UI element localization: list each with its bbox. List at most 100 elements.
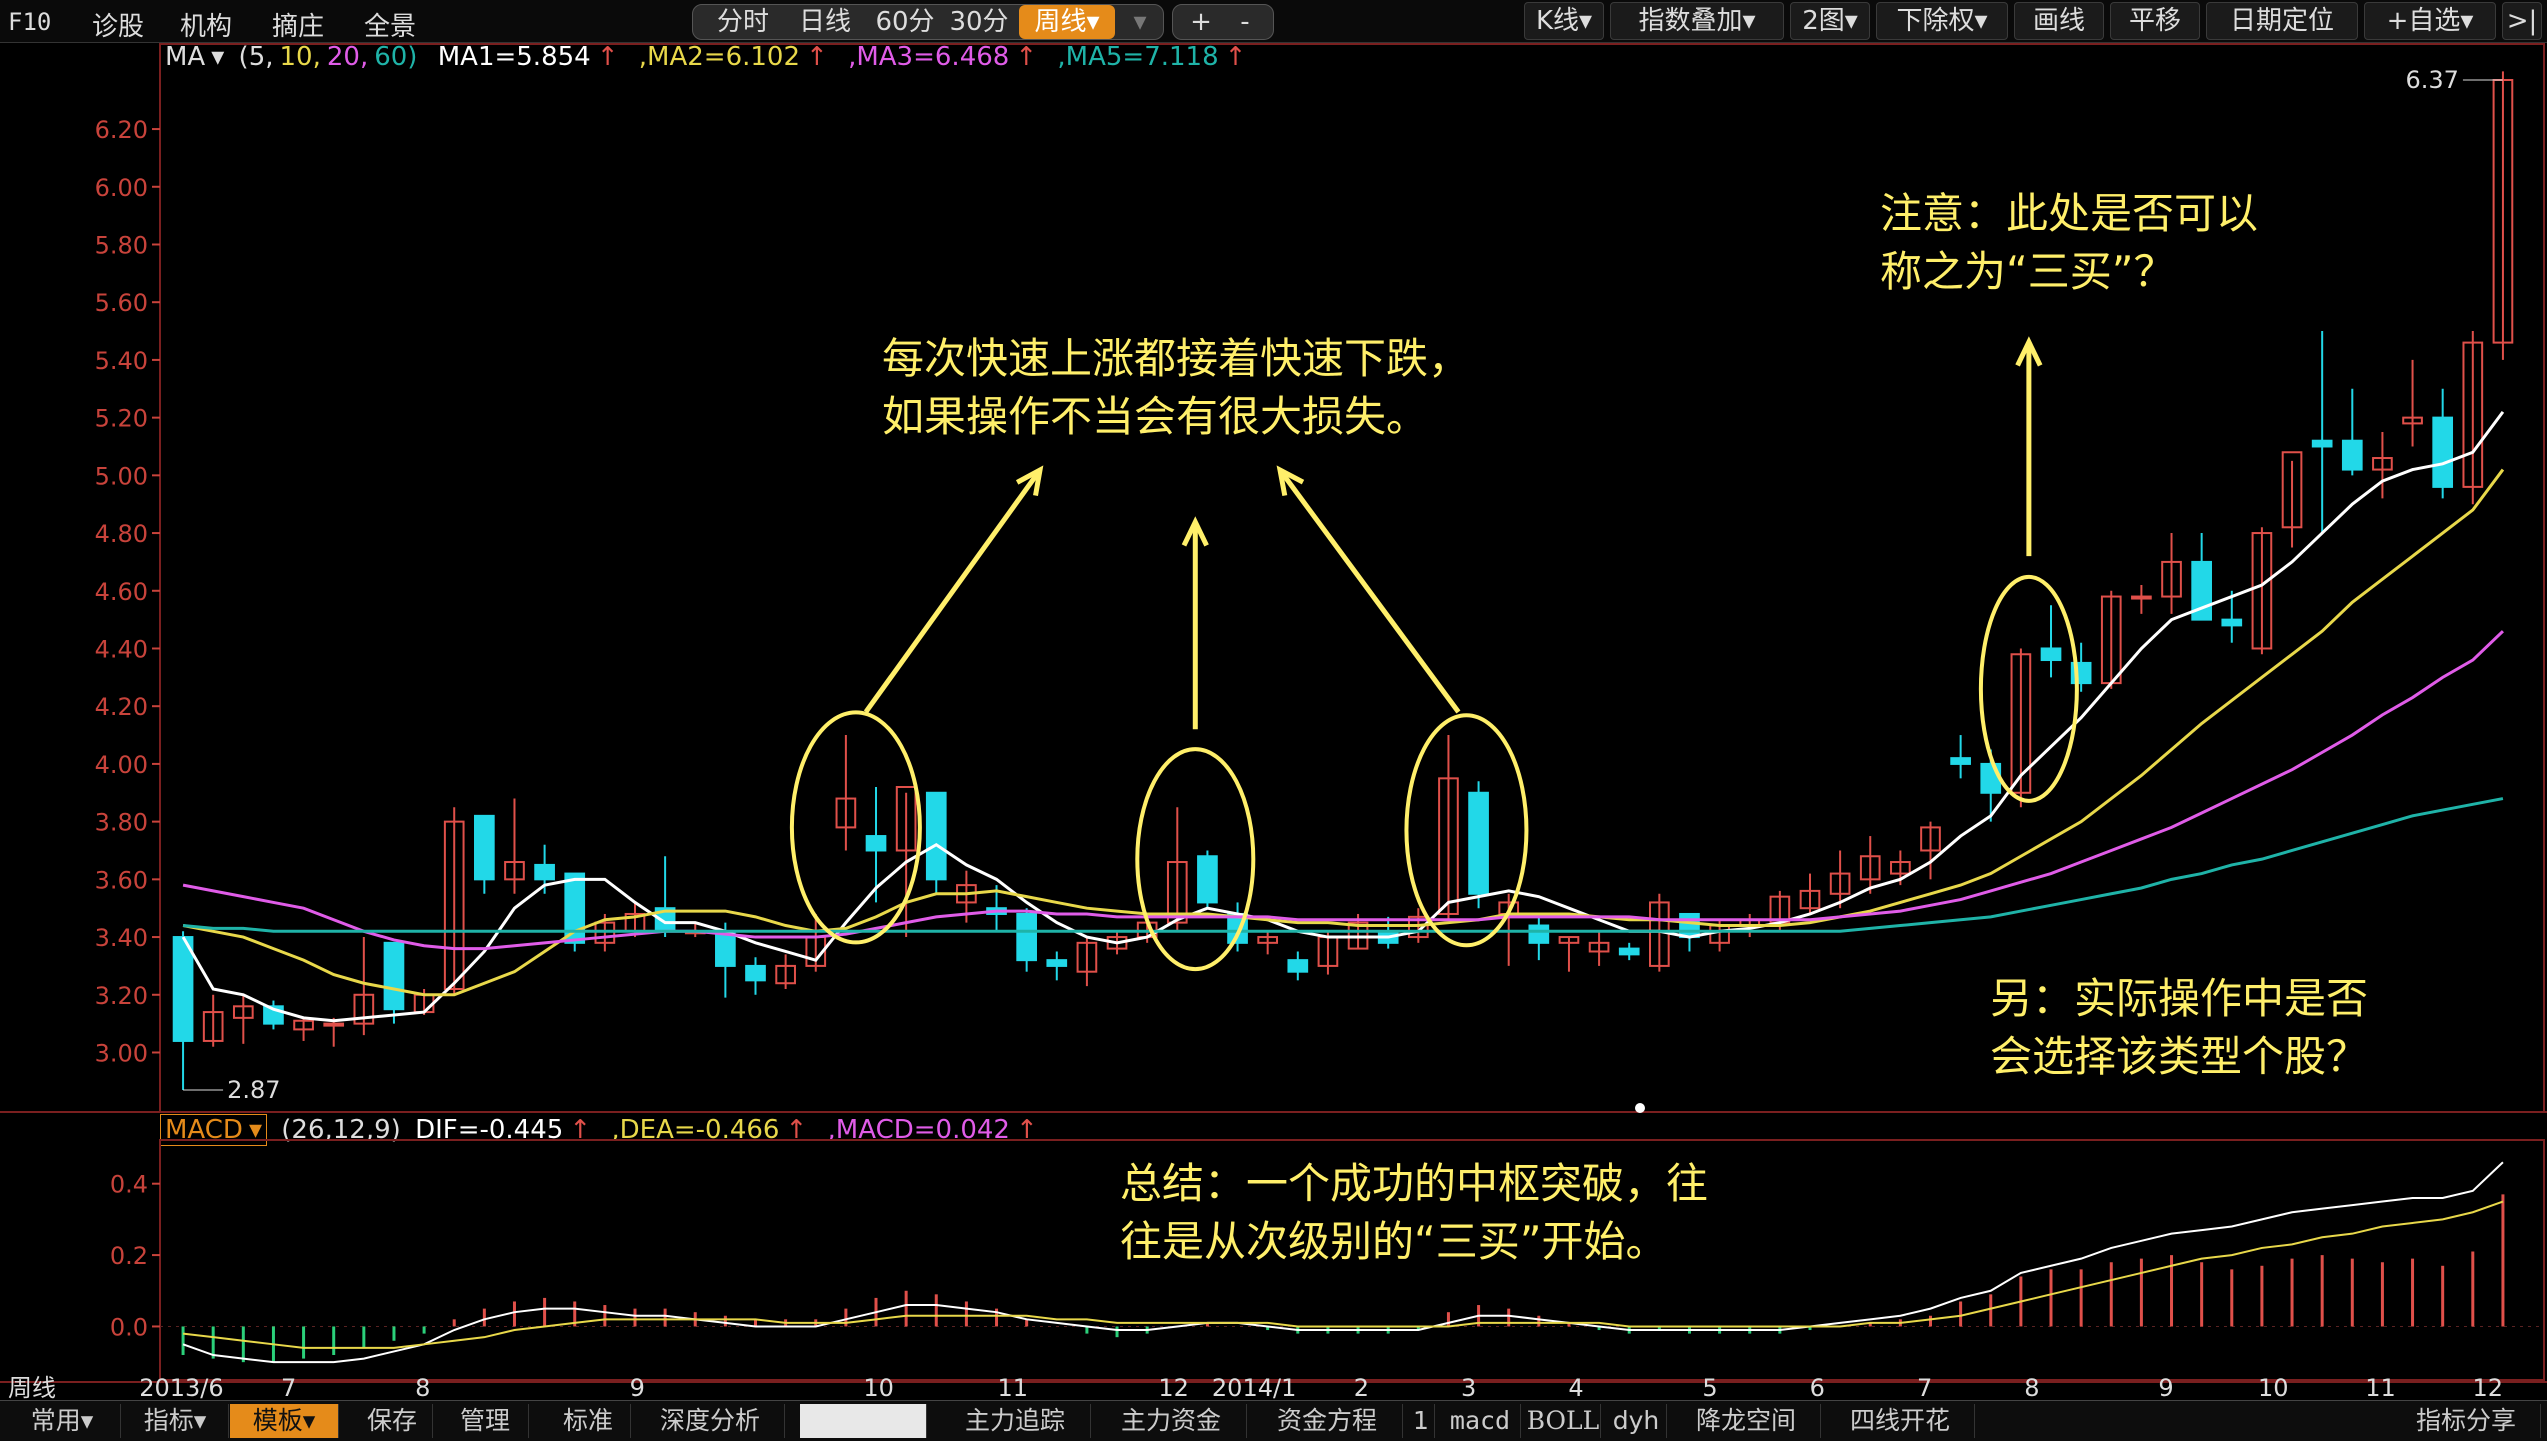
x-axis-label: 6 — [1810, 1374, 1825, 1402]
x-axis-label: 9 — [2158, 1374, 2173, 1402]
x-axis-label: 11 — [2365, 1374, 2396, 1402]
x-axis-label: 12 — [2472, 1374, 2503, 1402]
candle-body — [925, 791, 947, 881]
x-axis-label: 5 — [1702, 1374, 1717, 1402]
candle-body — [2040, 647, 2062, 662]
candle-body — [1016, 912, 1037, 962]
tab-one[interactable]: 1 — [1408, 1404, 1435, 1438]
candle-body — [383, 941, 405, 1011]
candle-body — [2432, 416, 2454, 488]
tab-dyh[interactable]: dyh — [1606, 1404, 1667, 1438]
candle-body — [534, 863, 555, 881]
x-axis-label: 10 — [863, 1374, 894, 1402]
candle-body — [2221, 618, 2243, 627]
bottom-indicator-bar: 常用▾ 指标▾ 模板▾ 保存 管理 标准 深度分析 主力追踪 主力资金 资金方程… — [0, 1400, 2547, 1441]
annotation-rise-fall: 每次快速上涨都接着快速下跌， 如果操作不当会有很大损失。 — [882, 330, 1470, 446]
annotation-rise-fall-line2: 如果操作不当会有很大损失。 — [882, 392, 1429, 441]
x-axis-label: 11 — [997, 1374, 1028, 1402]
y-tick-label: 6.20 — [95, 116, 148, 144]
y-tick-label: 5.40 — [95, 347, 148, 375]
annotation-stock-selection: 另：实际操作中是否 会选择该类型个股？ — [1990, 970, 2368, 1086]
tab-dragon-space[interactable]: 降龙空间 — [1672, 1404, 1821, 1438]
x-axis-label: 8 — [2024, 1374, 2039, 1402]
candle-body — [1197, 855, 1218, 904]
annotation-third-buy-line1: 注意：此处是否可以 — [1880, 189, 2259, 238]
tab-fund-equation[interactable]: 资金方程 — [1252, 1404, 1403, 1438]
annotation-stock-selection-line1: 另：实际操作中是否 — [1990, 974, 2369, 1023]
macd-y-tick-label: 0.0 — [110, 1313, 148, 1341]
x-axis-label: 9 — [630, 1374, 645, 1402]
candle-body — [2131, 595, 2152, 600]
tab-indicator[interactable]: 指标▾ — [122, 1404, 229, 1438]
tab-main-force-tracking[interactable]: 主力追踪 — [940, 1404, 1091, 1438]
x-axis-label: 8 — [415, 1374, 430, 1402]
high-label: 6.37 — [2405, 66, 2458, 94]
x-axis-label: 4 — [1568, 1374, 1583, 1402]
candle-body — [2341, 439, 2363, 471]
candle-body — [1046, 959, 1068, 967]
candle-body — [474, 814, 495, 881]
tab-standard[interactable]: 标准 — [546, 1404, 631, 1438]
tab-manage[interactable]: 管理 — [442, 1404, 529, 1438]
tab-four-lines[interactable]: 四线开花 — [1826, 1404, 1975, 1438]
y-tick-label: 5.00 — [95, 462, 148, 490]
y-tick-label: 4.60 — [95, 578, 148, 606]
x-axis-label: 3 — [1461, 1374, 1476, 1402]
y-tick-label: 3.00 — [95, 1039, 148, 1067]
ma5-line — [182, 797, 2504, 933]
y-tick-label: 4.20 — [95, 693, 148, 721]
candle-body — [2311, 439, 2333, 448]
annotation-summary: 总结：一个成功的中枢突破，往 往是从次级别的“三买”开始。 — [1120, 1155, 1708, 1271]
ma2-line — [182, 468, 2505, 997]
candle-body — [1980, 762, 2002, 794]
annotation-arrow-1 — [863, 468, 1043, 714]
annotation-third-buy-question: 注意：此处是否可以 称之为“三买”？ — [1880, 185, 2258, 301]
tab-template[interactable]: 模板▾ — [230, 1404, 339, 1438]
candle-body — [1287, 959, 1309, 973]
candle-body — [1679, 912, 1700, 939]
candle-body — [323, 1022, 345, 1027]
y-tick-label: 4.40 — [95, 635, 148, 663]
ma3-line — [182, 630, 2504, 951]
y-tick-label: 3.60 — [95, 866, 148, 894]
candle-body — [172, 936, 194, 1042]
x-axis-label: 7 — [281, 1374, 296, 1402]
y-tick-label: 3.40 — [95, 924, 148, 952]
annotation-arrow-3 — [1277, 468, 1461, 714]
tab-macd[interactable]: macd — [1440, 1404, 1521, 1438]
candle-body — [1468, 791, 1489, 895]
y-tick-label: 4.80 — [95, 520, 148, 548]
candle-body — [715, 930, 736, 967]
y-tick-label: 5.60 — [95, 289, 148, 317]
x-axis-label: 周线 — [8, 1374, 56, 1402]
tab-blank[interactable] — [800, 1404, 927, 1438]
candle-body — [865, 835, 887, 852]
tab-main-force-funds[interactable]: 主力资金 — [1096, 1404, 1247, 1438]
x-axis-label: 2014/1 — [1212, 1374, 1296, 1402]
tab-boll[interactable]: BOLL — [1526, 1404, 1601, 1438]
tab-common[interactable]: 常用▾ — [4, 1404, 121, 1438]
low-label: 2.87 — [227, 1076, 280, 1104]
x-axis-label: 7 — [1917, 1374, 1932, 1402]
stock-chart-app: F10 诊股 机构 摘庄 全景 分时 日线 60分 30分 周线▾ ▾ + - … — [0, 0, 2547, 1441]
annotation-third-buy-line2: 称之为“三买”？ — [1880, 247, 2176, 296]
annotation-summary-line1: 总结：一个成功的中枢突破，往 — [1120, 1159, 1709, 1208]
candle-body — [1528, 924, 1550, 944]
y-tick-label: 5.80 — [95, 231, 148, 259]
annotation-stock-selection-line2: 会选择该类型个股？ — [1990, 1032, 2369, 1081]
tab-indicator-share[interactable]: 指标分享 — [2392, 1404, 2541, 1438]
annotation-rise-fall-line1: 每次快速上涨都接着快速下跌， — [882, 334, 1471, 383]
y-tick-label: 3.80 — [95, 809, 148, 837]
ma1-line — [181, 410, 2505, 1023]
x-axis-label: 2 — [1354, 1374, 1369, 1402]
macd-y-tick-label: 0.4 — [110, 1171, 148, 1199]
x-axis-label: 12 — [1158, 1374, 1189, 1402]
annotation-ellipse-3 — [1404, 713, 1529, 948]
tab-deep-analysis[interactable]: 深度分析 — [636, 1404, 785, 1438]
y-tick-label: 6.00 — [95, 174, 148, 202]
macd-y-tick-label: 0.2 — [110, 1242, 148, 1270]
tab-save[interactable]: 保存 — [352, 1404, 433, 1438]
x-axis-label: 2013/6 — [139, 1374, 223, 1402]
annotation-ellipse-2 — [1135, 747, 1256, 972]
candle-body — [1950, 757, 1971, 765]
